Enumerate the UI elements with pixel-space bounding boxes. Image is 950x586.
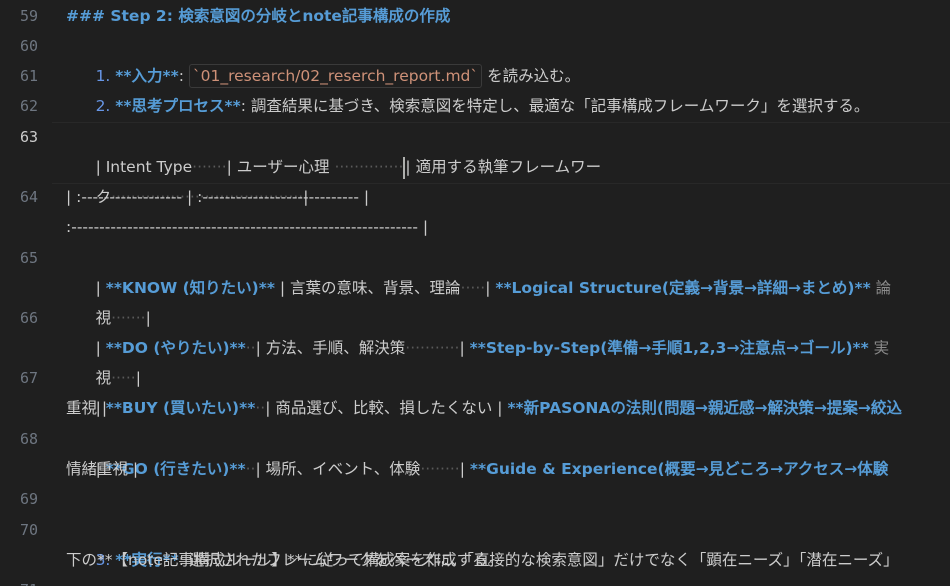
table-row-know-wrap: 視·······| <box>95 309 151 327</box>
table-header-row-wrap: ク·······································… <box>95 188 309 206</box>
line-number: 71 <box>0 575 38 586</box>
line-number: 59 <box>19 7 38 25</box>
list-item-input: 1. **入力**: `01_research/02_reserch_repor… <box>66 31 580 88</box>
line-number: 61 <box>19 67 38 85</box>
table-header-row: | Intent Type·······| ユーザー心理 ···········… <box>66 122 601 179</box>
table-row-know: | **KNOW (知りたい)** | 言葉の意味、背景、理論·····| **… <box>95 279 892 297</box>
line-number: 65 <box>19 249 38 267</box>
table-row-do-wrap: 視·····| <box>95 369 141 387</box>
line-number: 60 <box>19 37 38 55</box>
table-row-do: | **DO (やりたい)**··| 方法、手順、解決策···········|… <box>95 339 890 357</box>
line-number: 69 <box>19 490 38 508</box>
table-row-buy: | **BUY (買いたい)**··| 商品選び、比較、損したくない | **新… <box>95 399 902 417</box>
line-number: 68 <box>19 430 38 448</box>
line-number: 70 <box>19 521 38 539</box>
line-number: 62 <box>19 97 38 115</box>
line-number: 64 <box>19 188 38 206</box>
list-item-thinking: 2. **思考プロセス**: 調査結果に基づき、検索意図を特定し、最適な「記事構… <box>95 97 870 115</box>
line-number-gutter: 59 60 61 62 63 64 65 66 67 68 69 70 71 <box>0 0 52 586</box>
table-row-go-wrap: 情緒重視 | <box>66 460 139 478</box>
table-row-go: | **GO (行きたい)**··| 場所、イベント、体験········| *… <box>95 460 889 478</box>
table-row-buy-wrap: 重視 | <box>66 399 108 417</box>
table-separator-row-wrap: :---------------------------------------… <box>66 218 429 236</box>
code-editor[interactable]: 59 60 61 62 63 64 65 66 67 68 69 70 71 #… <box>0 0 950 586</box>
line-number: 66 <box>19 309 38 327</box>
list-item-execute-wrap: 下の**【note記事構成ルール】**に従って構成案を作成する。 <box>66 551 504 569</box>
table-separator-row: | :------------------ | :---------------… <box>66 188 370 206</box>
heading-line: ### Step 2: 検索意図の分岐とnote記事構成の作成 <box>66 7 451 25</box>
list-item-execute: 3. **実行**: 選択されたフレームワークをベースに、「直接的な検索意図」だ… <box>95 551 899 569</box>
line-number-active: 63 <box>19 128 38 146</box>
line-number: 67 <box>19 369 38 387</box>
code-area[interactable]: ### Step 2: 検索意図の分岐とnote記事構成の作成 1. **入力*… <box>66 0 950 586</box>
